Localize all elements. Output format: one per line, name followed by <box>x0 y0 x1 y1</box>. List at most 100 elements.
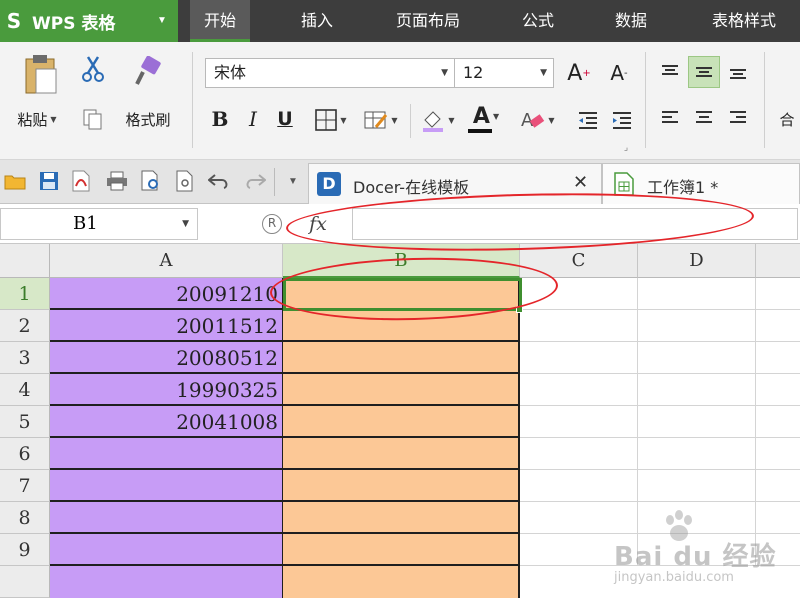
row-header[interactable]: 5 <box>0 406 50 438</box>
column-header-a[interactable]: A <box>50 244 283 278</box>
close-icon[interactable]: ✕ <box>573 172 588 193</box>
cell-a2[interactable]: 20011512 <box>50 310 283 342</box>
paste-icon[interactable] <box>18 52 62 98</box>
cell-e6[interactable] <box>756 438 800 470</box>
cell-b10[interactable] <box>283 566 520 598</box>
chevron-down-icon[interactable]: ▼ <box>151 13 173 29</box>
document-view-icon[interactable] <box>174 170 196 192</box>
align-middle-icon[interactable] <box>688 56 720 88</box>
font-dialog-launcher-icon[interactable]: ⌟ <box>620 142 632 154</box>
grow-font-button[interactable]: A + <box>564 58 594 88</box>
cell-b6[interactable] <box>283 438 520 470</box>
cell-c4[interactable] <box>520 374 638 406</box>
row-header[interactable]: 4 <box>0 374 50 406</box>
row-header[interactable]: 3 <box>0 342 50 374</box>
align-bottom-icon[interactable] <box>724 58 752 86</box>
row-header[interactable]: 6 <box>0 438 50 470</box>
format-painter-button[interactable]: 格式刷 <box>116 104 180 134</box>
customize-toolbar-chevron-icon[interactable]: ▼ <box>282 170 304 192</box>
cell-b3[interactable] <box>283 342 520 374</box>
font-color-button[interactable]: A ▼ <box>464 102 508 134</box>
cell-b4[interactable] <box>283 374 520 406</box>
tab-table-style[interactable]: 表格样式 <box>694 0 794 42</box>
border-button[interactable]: ▼ <box>310 106 352 134</box>
cell-b9[interactable] <box>283 534 520 566</box>
cell-a3[interactable]: 20080512 <box>50 342 283 374</box>
cell-c6[interactable] <box>520 438 638 470</box>
column-header-e[interactable] <box>756 244 800 278</box>
app-menu-button[interactable]: S WPS 表格 ▼ <box>0 0 178 42</box>
cell-e5[interactable] <box>756 406 800 438</box>
cell-e1[interactable] <box>756 278 800 310</box>
tab-home[interactable]: 开始 <box>190 0 250 42</box>
cell-d3[interactable] <box>638 342 756 374</box>
cell-style-button[interactable]: ▼ <box>358 106 404 134</box>
row-header[interactable]: 9 <box>0 534 50 566</box>
redo-icon[interactable] <box>244 170 266 192</box>
export-pdf-icon[interactable] <box>70 170 92 192</box>
copy-icon[interactable] <box>80 108 106 132</box>
cell-d4[interactable] <box>638 374 756 406</box>
cell-e7[interactable] <box>756 470 800 502</box>
format-painter-icon[interactable] <box>130 54 166 90</box>
print-icon[interactable] <box>106 170 128 192</box>
cell-c2[interactable] <box>520 310 638 342</box>
font-size-select[interactable]: 12 ▼ <box>454 58 554 88</box>
bold-button[interactable]: B <box>206 104 234 134</box>
cell-d1[interactable] <box>638 278 756 310</box>
search-function-icon[interactable]: R <box>262 214 282 234</box>
decrease-indent-icon[interactable] <box>574 106 602 134</box>
cell-a5[interactable]: 20041008 <box>50 406 283 438</box>
cell-c5[interactable] <box>520 406 638 438</box>
align-center-icon[interactable] <box>690 104 718 132</box>
cell-a8[interactable] <box>50 502 283 534</box>
select-all-corner[interactable] <box>0 244 50 278</box>
cell-d5[interactable] <box>638 406 756 438</box>
name-box[interactable]: B1 ▼ <box>0 208 198 240</box>
cell-e4[interactable] <box>756 374 800 406</box>
font-name-select[interactable]: 宋体 ▼ <box>205 58 455 88</box>
cell-d6[interactable] <box>638 438 756 470</box>
merge-cells-button[interactable]: 合 <box>774 104 800 134</box>
fill-color-button[interactable]: ▼ <box>416 106 460 134</box>
row-header[interactable]: 1 <box>0 278 50 310</box>
align-top-icon[interactable] <box>656 58 684 86</box>
cell-c3[interactable] <box>520 342 638 374</box>
column-header-d[interactable]: D <box>638 244 756 278</box>
print-preview-icon[interactable] <box>140 170 162 192</box>
row-header[interactable]: 8 <box>0 502 50 534</box>
tab-formulas[interactable]: 公式 <box>508 0 568 42</box>
cell-a4[interactable]: 19990325 <box>50 374 283 406</box>
cell-e2[interactable] <box>756 310 800 342</box>
cell-a1[interactable]: 20091210 <box>50 278 283 310</box>
clear-format-button[interactable]: A ▼ <box>514 106 560 134</box>
cut-scissors-icon[interactable] <box>78 54 108 84</box>
open-folder-icon[interactable] <box>4 170 26 192</box>
cell-e3[interactable] <box>756 342 800 374</box>
paste-button[interactable]: 粘贴 ▼ <box>6 104 68 134</box>
undo-icon[interactable] <box>208 170 230 192</box>
increase-indent-icon[interactable] <box>608 106 636 134</box>
row-header[interactable] <box>0 566 50 598</box>
cell-b7[interactable] <box>283 470 520 502</box>
cell-b5[interactable] <box>283 406 520 438</box>
tab-insert[interactable]: 插入 <box>286 0 348 42</box>
row-header[interactable]: 7 <box>0 470 50 502</box>
tab-data[interactable]: 数据 <box>600 0 662 42</box>
align-left-icon[interactable] <box>656 104 684 132</box>
align-right-icon[interactable] <box>724 104 752 132</box>
cell-a10[interactable] <box>50 566 283 598</box>
shrink-font-button[interactable]: A- <box>604 58 634 88</box>
cell-d2[interactable] <box>638 310 756 342</box>
underline-button[interactable]: U <box>272 104 298 134</box>
tab-page-layout[interactable]: 页面布局 <box>380 0 476 42</box>
cell-c7[interactable] <box>520 470 638 502</box>
row-header[interactable]: 2 <box>0 310 50 342</box>
cell-b8[interactable] <box>283 502 520 534</box>
cell-a6[interactable] <box>50 438 283 470</box>
cell-a7[interactable] <box>50 470 283 502</box>
save-icon[interactable] <box>38 170 60 192</box>
italic-button[interactable]: I <box>240 104 266 134</box>
cell-d7[interactable] <box>638 470 756 502</box>
cell-a9[interactable] <box>50 534 283 566</box>
